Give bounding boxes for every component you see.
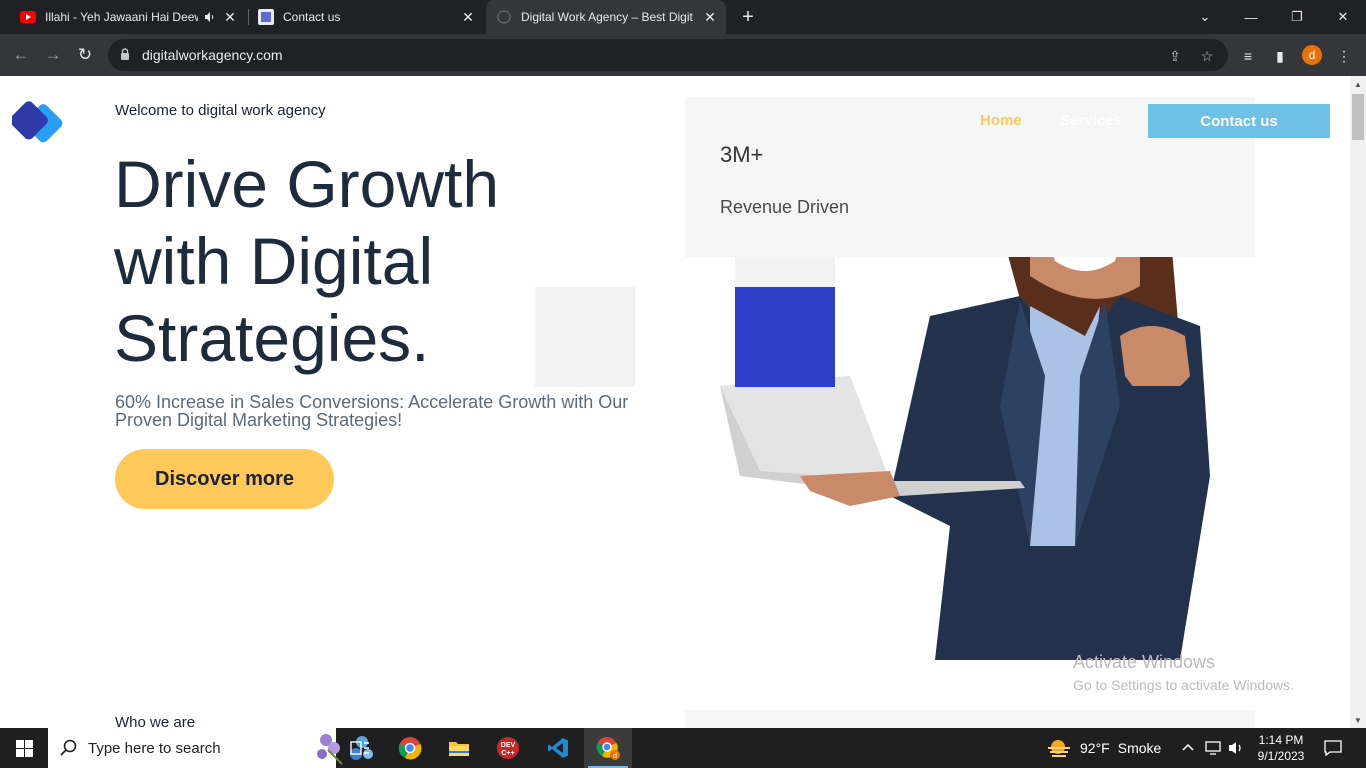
tab-contact[interactable]: Contact us ✕ (252, 0, 484, 34)
watermark-title: Activate Windows (1073, 652, 1216, 672)
search-icon (60, 739, 78, 762)
section-label: Who we are (115, 714, 196, 728)
media-control-icon[interactable]: ≡ (1238, 46, 1258, 66)
decorative-blue-square (735, 287, 835, 387)
vscode-icon[interactable] (534, 728, 582, 768)
restore-button[interactable]: ❐ (1274, 0, 1320, 34)
contact-us-button[interactable]: Contact us (1148, 104, 1330, 138)
profile-avatar[interactable]: d (1302, 45, 1322, 65)
browser-toolbar: ← → ↻ digitalworkagency.com ⇪ ☆ ≡ ▮ d ⋮ (0, 34, 1366, 76)
scroll-up-icon[interactable]: ▲ (1354, 80, 1362, 89)
tab-title: Digital Work Agency – Best Digit (521, 10, 693, 24)
browser-tab-strip: Illahi - Yeh Jawaani Hai Deew ✕ Contact … (0, 0, 1366, 34)
svg-text:DEV: DEV (501, 742, 516, 749)
svg-text:C++: C++ (501, 750, 514, 757)
chevron-up-icon[interactable] (1182, 740, 1194, 754)
tab-divider (248, 9, 249, 25)
tab-search-icon[interactable]: ⌄ (1182, 0, 1228, 34)
stat-value: 3M+ (720, 142, 764, 167)
clock-time: 1:14 PM (1258, 733, 1304, 747)
headline-line: Drive Growth (114, 147, 500, 221)
file-explorer-icon[interactable] (435, 728, 483, 768)
reload-icon[interactable]: ↻ (72, 42, 98, 68)
svg-text:d: d (613, 753, 617, 760)
back-icon[interactable]: ← (8, 42, 34, 68)
watermark-subtitle: Go to Settings to activate Windows. (1073, 677, 1294, 693)
chrome-icon[interactable] (386, 728, 434, 768)
weather-widget[interactable]: 92°F Smoke (1046, 738, 1161, 758)
hero-subtext: 60% Increase in Sales Conversions: Accel… (115, 392, 629, 430)
minimize-button[interactable]: — (1228, 0, 1274, 34)
share-icon[interactable]: ⇪ (1166, 47, 1184, 65)
speaker-icon[interactable] (202, 9, 218, 25)
weather-haze-icon (1048, 740, 1070, 757)
chrome-profile-icon[interactable]: d (584, 728, 632, 768)
dev-cpp-icon[interactable]: DEV C++ (484, 728, 532, 768)
tab-digital-work-agency[interactable]: Digital Work Agency – Best Digit ✕ (486, 0, 726, 34)
tab-title: Illahi - Yeh Jawaani Hai Deew (45, 10, 198, 24)
discover-more-button[interactable]: Discover more (115, 449, 334, 509)
close-icon[interactable]: ✕ (222, 9, 238, 25)
window-controls: ⌄ — ❐ ✕ (1182, 0, 1366, 34)
agency-logo[interactable] (12, 98, 68, 144)
decorative-square (535, 287, 635, 387)
nav-services-link[interactable]: Services (1060, 112, 1122, 129)
decorative-strip (735, 257, 835, 287)
search-placeholder: Type here to search (88, 740, 221, 757)
close-window-button[interactable]: ✕ (1320, 0, 1366, 34)
weather-temp: 92°F (1080, 740, 1110, 756)
new-tab-button[interactable]: + (736, 5, 760, 29)
system-clock[interactable]: 1:14 PM 9/1/2023 (1252, 732, 1310, 764)
section-card (685, 710, 1255, 728)
site-icon (258, 9, 274, 25)
volume-icon[interactable] (1228, 740, 1244, 759)
task-view-icon[interactable] (336, 728, 384, 768)
nav-home-link[interactable]: Home (980, 112, 1022, 129)
activate-windows-watermark: Activate Windows Go to Settings to activ… (1073, 652, 1294, 693)
close-icon[interactable]: ✕ (460, 9, 476, 25)
notification-icon[interactable] (1318, 738, 1348, 758)
scroll-down-icon[interactable]: ▼ (1354, 716, 1362, 725)
youtube-icon (20, 9, 36, 25)
windows-taskbar: Type here to search DEV C++ d 92°F Smoke … (0, 728, 1366, 768)
welcome-text: Welcome to digital work agency (115, 102, 326, 119)
tab-youtube[interactable]: Illahi - Yeh Jawaani Hai Deew ✕ (14, 0, 246, 34)
page-scrollbar[interactable]: ▲ ▼ (1350, 76, 1366, 728)
address-bar[interactable]: digitalworkagency.com ⇪ ☆ (108, 39, 1228, 71)
page-viewport: Welcome to digital work agency Drive Gro… (0, 76, 1350, 728)
star-icon[interactable]: ☆ (1198, 47, 1216, 65)
weather-condition: Smoke (1117, 740, 1162, 756)
menu-icon[interactable]: ⋮ (1334, 46, 1354, 66)
windows-start-icon[interactable] (0, 728, 48, 768)
stat-label: Revenue Driven (720, 197, 850, 217)
side-panel-icon[interactable]: ▮ (1270, 46, 1290, 66)
close-icon[interactable]: ✕ (702, 9, 718, 25)
network-icon[interactable] (1204, 740, 1222, 759)
forward-icon[interactable]: → (40, 42, 66, 68)
url-text: digitalworkagency.com (142, 47, 283, 63)
scroll-thumb[interactable] (1352, 94, 1364, 140)
lock-icon (120, 48, 130, 66)
clock-date: 9/1/2023 (1257, 749, 1305, 763)
tab-title: Contact us (283, 10, 341, 24)
globe-icon (496, 9, 512, 25)
taskbar-search-box[interactable]: Type here to search (48, 728, 373, 768)
